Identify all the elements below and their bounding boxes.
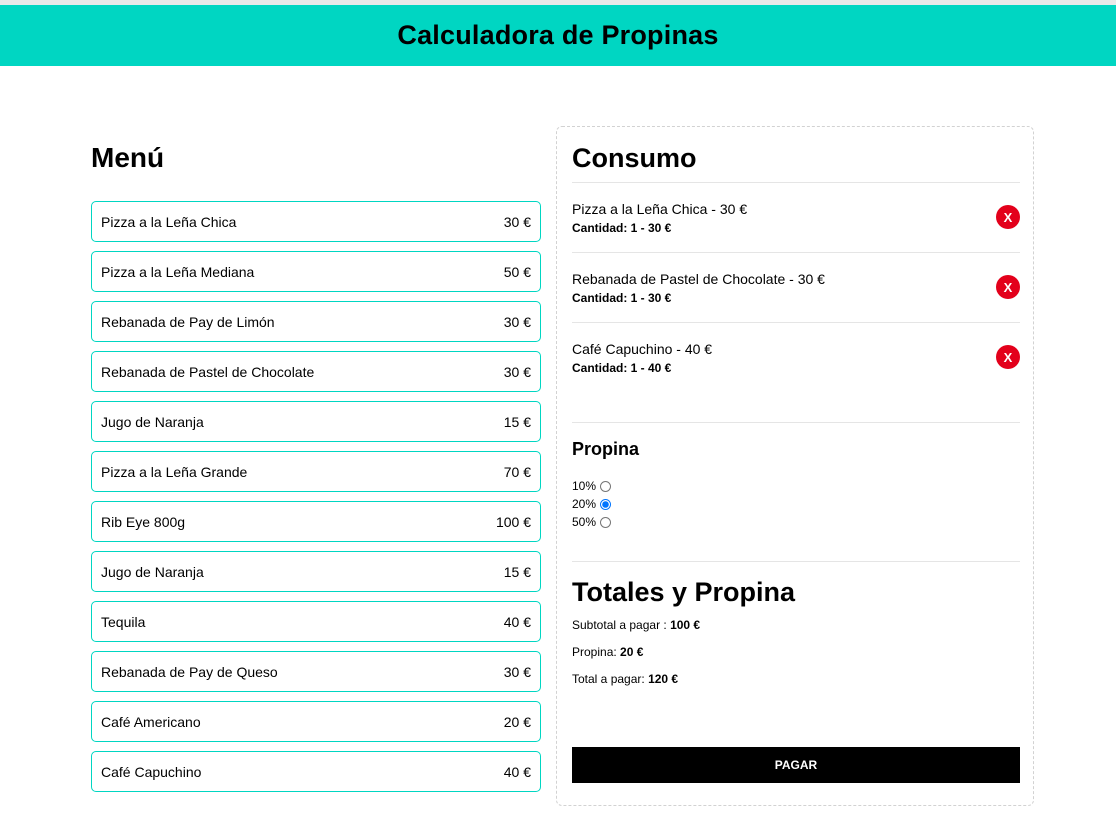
remove-item-button[interactable]: X [996, 205, 1020, 229]
divider [572, 252, 1020, 253]
menu-item-price: 15 € [503, 413, 531, 430]
app-header: Calculadora de Propinas [0, 5, 1116, 66]
order-item: Café Capuchino - 40 € Cantidad: 1 - 40 €… [572, 341, 1020, 411]
subtotal-label: Subtotal a pagar : [572, 618, 671, 632]
menu-item-name: Pizza a la Leña Grande [101, 463, 248, 480]
order-item-quantity: Cantidad: 1 - 30 € [572, 221, 672, 235]
tip-amount-value: 20 € [620, 645, 644, 659]
order-item-quantity: Cantidad: 1 - 30 € [572, 291, 672, 305]
divider [572, 422, 1020, 423]
menu-item-name: Pizza a la Leña Mediana [101, 263, 255, 280]
tip-radio-50[interactable] [600, 516, 612, 528]
remove-item-button[interactable]: X [996, 275, 1020, 299]
order-item-name: Rebanada de Pastel de Chocolate - 30 € [572, 271, 825, 287]
tip-option-label: 50% [572, 515, 597, 529]
tip-radio-20[interactable] [600, 498, 612, 510]
menu-item[interactable]: Rebanada de Pastel de Chocolate 30 € [91, 351, 541, 392]
order-item-quantity: Cantidad: 1 - 40 € [572, 361, 672, 375]
menu-item[interactable]: Tequila 40 € [91, 601, 541, 642]
tip-option-10[interactable]: 10% [572, 478, 612, 494]
remove-item-button[interactable]: X [996, 345, 1020, 369]
subtotal-value: 100 € [670, 618, 701, 632]
consumo-panel: Consumo Pizza a la Leña Chica - 30 € Can… [556, 126, 1034, 806]
menu-item-name: Rebanada de Pastel de Chocolate [101, 363, 315, 380]
menu-item-name: Rebanada de Pay de Limón [101, 313, 275, 330]
menu-item-price: 30 € [503, 213, 531, 230]
menu-item-price: 40 € [503, 763, 531, 780]
menu-item-price: 70 € [503, 463, 531, 480]
menu-item[interactable]: Rebanada de Pay de Queso 30 € [91, 651, 541, 692]
menu-item[interactable]: Pizza a la Leña Grande 70 € [91, 451, 541, 492]
menu-item[interactable]: Jugo de Naranja 15 € [91, 551, 541, 592]
menu-item-price: 15 € [503, 563, 531, 580]
menu-item-name: Café Capuchino [101, 763, 202, 780]
tip-radio-10[interactable] [600, 480, 612, 492]
menu-item-name: Rebanada de Pay de Queso [101, 663, 278, 680]
menu-item-price: 20 € [503, 713, 531, 730]
menu-item-name: Jugo de Naranja [101, 563, 204, 580]
tip-option-20[interactable]: 20% [572, 496, 612, 512]
pay-button[interactable]: PAGAR [572, 747, 1020, 783]
menu-item-price: 30 € [503, 363, 531, 380]
menu-list: Pizza a la Leña Chica 30 € Pizza a la Leñ… [91, 201, 541, 801]
menu-item-price: 50 € [503, 263, 531, 280]
menu-item[interactable]: Café Capuchino 40 € [91, 751, 541, 792]
order-item-name: Café Capuchino - 40 € [572, 341, 713, 357]
tip-amount-label: Propina: [572, 645, 621, 659]
divider [572, 182, 1020, 183]
total-value: 120 € [648, 672, 679, 686]
order-item-name: Pizza a la Leña Chica - 30 € [572, 201, 748, 217]
menu-item[interactable]: Rebanada de Pay de Limón 30 € [91, 301, 541, 342]
tip-option-label: 10% [572, 479, 597, 493]
menu-item-name: Jugo de Naranja [101, 413, 204, 430]
divider [572, 561, 1020, 562]
subtotal-line: Subtotal a pagar : 100 € [572, 618, 700, 632]
menu-item[interactable]: Rib Eye 800g 100 € [91, 501, 541, 542]
total-line: Total a pagar: 120 € [572, 672, 678, 686]
totales-title: Totales y Propina [572, 577, 796, 607]
menu-item-name: Tequila [101, 613, 146, 630]
menu-item-name: Rib Eye 800g [101, 513, 186, 530]
menu-item-price: 30 € [503, 313, 531, 330]
menu-item[interactable]: Jugo de Naranja 15 € [91, 401, 541, 442]
tip-option-label: 20% [572, 497, 597, 511]
app-title: Calculadora de Propinas [397, 20, 719, 50]
propina-title: Propina [572, 439, 640, 459]
menu-item[interactable]: Pizza a la Leña Mediana 50 € [91, 251, 541, 292]
menu-item-price: 30 € [503, 663, 531, 680]
menu-item-price: 40 € [503, 613, 531, 630]
menu-title: Menú [91, 142, 165, 173]
order-item: Pizza a la Leña Chica - 30 € Cantidad: 1… [572, 201, 1020, 271]
menu-item-price: 100 € [495, 513, 531, 530]
menu-item[interactable]: Café Americano 20 € [91, 701, 541, 742]
menu-item-name: Pizza a la Leña Chica [101, 213, 237, 230]
divider [572, 322, 1020, 323]
tip-amount-line: Propina: 20 € [572, 645, 643, 659]
total-label: Total a pagar: [572, 672, 649, 686]
tip-option-50[interactable]: 50% [572, 514, 612, 530]
menu-item[interactable]: Pizza a la Leña Chica 30 € [91, 201, 541, 242]
order-item: Rebanada de Pastel de Chocolate - 30 € C… [572, 271, 1020, 341]
menu-section: Menú Pizza a la Leña Chica 30 € Pizza a l… [91, 140, 541, 792]
consumo-title: Consumo [572, 143, 697, 173]
menu-item-name: Café Americano [101, 713, 201, 730]
